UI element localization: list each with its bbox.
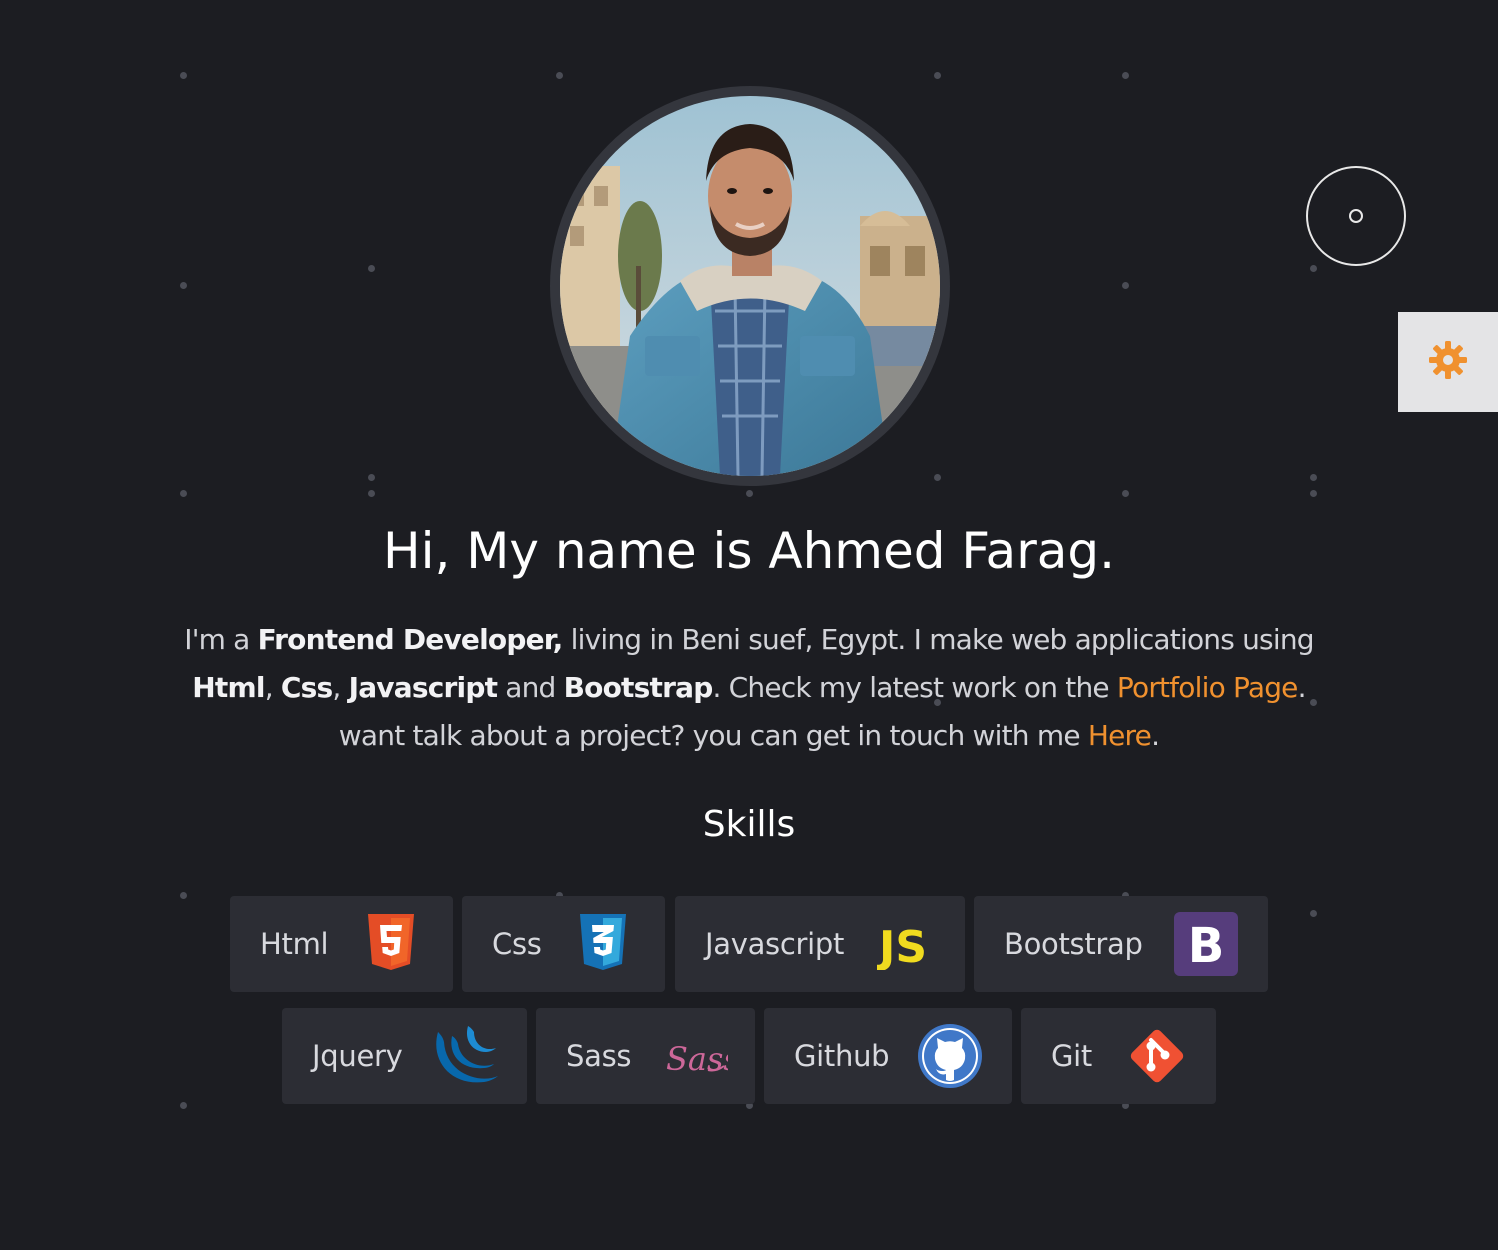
bio-skill-bootstrap: Bootstrap [563, 671, 714, 704]
git-icon [1125, 1024, 1189, 1092]
bio-text: and [497, 671, 564, 704]
skill-label: Javascript [705, 927, 845, 961]
profile-photo [560, 96, 940, 476]
css3-icon [578, 912, 628, 976]
bio-text: want talk about a project? you can get i… [338, 719, 1088, 752]
bootstrap-icon: B [1174, 912, 1238, 980]
bio-separator: , [264, 671, 281, 704]
bio-text: . Check my latest work on the [712, 671, 1117, 704]
bio-skill-html: Html [192, 671, 265, 704]
jquery-icon [432, 1022, 500, 1092]
gear-icon [1428, 340, 1468, 384]
settings-toggle-button[interactable] [1398, 312, 1498, 412]
svg-text:JS: JS [877, 922, 927, 970]
bio-skill-css: Css [280, 671, 333, 704]
skill-card-css[interactable]: Css [462, 896, 665, 992]
bio-text: . [1297, 671, 1307, 704]
skill-card-github[interactable]: Github [764, 1008, 1012, 1104]
bio-separator: , [332, 671, 349, 704]
github-icon [918, 1024, 982, 1092]
bio-skill-javascript: Javascript [348, 671, 498, 704]
skill-card-html[interactable]: Html [230, 896, 453, 992]
bio-text: I'm a [184, 623, 258, 656]
bio-paragraph: I'm a Frontend Developer, living in Beni… [140, 616, 1358, 760]
skill-label: Sass [566, 1039, 632, 1073]
sass-icon: Sass [664, 1030, 740, 1088]
skill-card-javascript[interactable]: Javascript JS [675, 896, 965, 992]
skill-label: Html [260, 927, 329, 961]
skill-card-bootstrap[interactable]: Bootstrap B [974, 896, 1268, 992]
bio-text: . [1151, 719, 1160, 752]
bio-role: Frontend Developer, [257, 623, 564, 656]
skill-card-jquery[interactable]: Jquery [282, 1008, 527, 1104]
skill-label: Jquery [312, 1039, 403, 1073]
skill-label: Git [1051, 1039, 1092, 1073]
js-icon: JS [876, 918, 937, 974]
portfolio-page-link[interactable]: Portfolio Page [1117, 671, 1298, 704]
hero-greeting: Hi, My name is Ahmed Farag. [382, 522, 1116, 580]
html5-icon [366, 912, 416, 976]
cursor-dot [1349, 209, 1363, 223]
skills-heading: Skills [702, 804, 796, 845]
skill-label: Bootstrap [1004, 927, 1143, 961]
skill-card-sass[interactable]: Sass Sass [536, 1008, 755, 1104]
profile-avatar [550, 86, 950, 486]
skill-card-git[interactable]: Git [1021, 1008, 1216, 1104]
svg-text:B: B [1188, 918, 1225, 974]
contact-here-link[interactable]: Here [1088, 719, 1152, 752]
skill-label: Css [492, 927, 542, 961]
bio-text: living in Beni suef, Egypt. I make web a… [562, 623, 1315, 656]
svg-text:Sass: Sass [666, 1040, 728, 1078]
skill-label: Github [794, 1039, 890, 1073]
